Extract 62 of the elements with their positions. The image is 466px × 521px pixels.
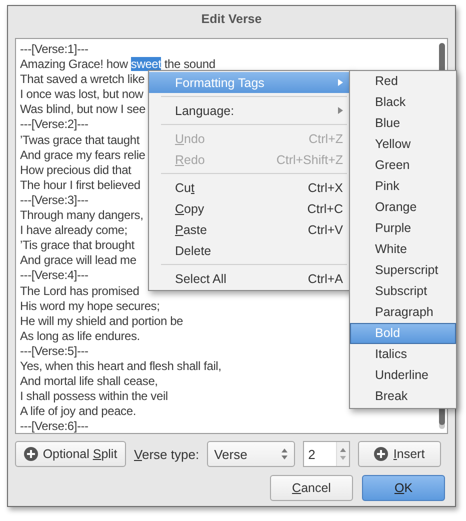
text-line: As long as life endures. (20, 328, 140, 344)
text-line: And grace will lead me (20, 253, 136, 268)
menu-item[interactable]: Red (350, 71, 456, 92)
menu-item[interactable]: Black (350, 92, 456, 113)
plus-icon (374, 447, 388, 461)
text-line: The hour I first believed (20, 178, 140, 193)
text-line: ---[Verse:6]--- (20, 419, 88, 434)
menu-item[interactable]: Subscript (350, 281, 456, 302)
plus-icon (24, 447, 38, 461)
text-line: A life of joy and peace. (20, 404, 136, 420)
text-line: Amazing Grace! how sweet the sound (20, 57, 216, 72)
menu-item[interactable]: Blue (350, 113, 456, 134)
menu-item[interactable]: Cut Ctrl+X (149, 177, 351, 198)
submenu-arrow-icon (338, 79, 343, 86)
text-line: ’Tis grace that brought (20, 238, 134, 254)
menu-item[interactable]: White (350, 239, 456, 260)
text-line: Was blind, but now I see (20, 102, 146, 118)
menu-item[interactable]: Pink (350, 176, 456, 197)
text-line: Through many dangers, (20, 208, 144, 224)
window-title: Edit Verse (201, 12, 262, 26)
menu-item[interactable]: Select All Ctrl+A (149, 268, 351, 289)
text-line: How precious did that (20, 162, 132, 178)
text-line: ---[Verse:4]--- (20, 268, 88, 284)
text-line: He will my shield and portion be (20, 314, 184, 329)
verse-number-spinbox[interactable]: 2 (303, 441, 350, 467)
text-line: That saved a wretch like (20, 72, 145, 88)
menu-item[interactable]: Green (350, 155, 456, 176)
ok-button[interactable]: OK (362, 475, 445, 501)
menu-item[interactable]: Paragraph (350, 302, 456, 323)
text-line: I shall possess within the veil (20, 389, 168, 404)
menu-item[interactable]: Orange (350, 197, 456, 218)
text-line: His word my hope secures; (20, 298, 160, 314)
text-line: ’Twas grace that taught (20, 132, 140, 148)
text-line: ---[Verse:3]--- (20, 192, 88, 208)
menu-item[interactable]: Language: (149, 100, 351, 121)
up-down-arrows-icon (281, 448, 288, 460)
cancel-button[interactable]: Cancel (270, 475, 353, 501)
text-line: I have already come; (20, 223, 128, 238)
menu-item[interactable]: Delete (149, 240, 351, 261)
down-arrow-icon (340, 456, 346, 460)
menu-item[interactable]: Purple (350, 218, 456, 239)
menu-item[interactable]: Break (350, 386, 456, 407)
menu-item[interactable]: Italics (350, 344, 456, 365)
text-line: The Lord has promised (20, 284, 140, 299)
insert-button[interactable]: Insert (358, 441, 442, 467)
verse-type-select[interactable]: Verse (207, 441, 296, 467)
text-line: ---[Verse:1]--- (20, 42, 88, 58)
menu-item[interactable]: Copy Ctrl+C (149, 198, 351, 219)
submenu-arrow-icon (338, 107, 343, 114)
text-line: I once was lost, but now (20, 87, 144, 102)
text-line: And mortal life shall cease, (20, 374, 158, 390)
menu-item[interactable]: Yellow (350, 134, 456, 155)
text-line: And grace my fears relie (20, 148, 146, 163)
text-line: ---[Verse:5]--- (20, 344, 88, 359)
menu-item[interactable]: Paste Ctrl+V (149, 219, 351, 240)
up-arrow-icon (340, 448, 346, 452)
text-line: Yes, when this heart and flesh shall fail, (20, 358, 222, 374)
menu-item[interactable]: Superscript (350, 260, 456, 281)
menu-item[interactable]: Underline (350, 365, 456, 386)
verse-type-label: Verse type: (134, 446, 200, 462)
text-line: ---[Verse:2]--- (20, 117, 88, 133)
optional-split-button[interactable]: Optional Split (15, 441, 126, 467)
